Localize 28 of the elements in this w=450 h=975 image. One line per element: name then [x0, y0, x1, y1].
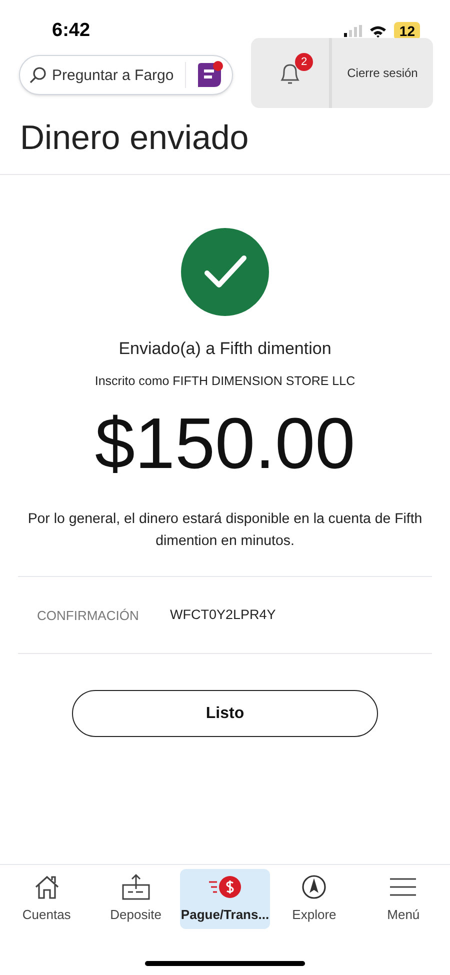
checkmark-icon: [180, 227, 270, 317]
recipient-text: Enviado(a) a Fifth dimention: [118, 338, 332, 360]
house-icon: [32, 874, 61, 900]
page-title: Dinero enviado: [20, 118, 250, 159]
nav-tab[interactable]: Deposite: [91, 869, 180, 929]
nav-tab[interactable]: Cuentas: [2, 869, 92, 929]
search-field[interactable]: Preguntar a Fargo: [19, 55, 233, 95]
notifications-button[interactable]: 2: [251, 38, 329, 108]
confirmation-label: CONFIRMACIÓN: [37, 606, 140, 624]
compass-icon: [300, 873, 328, 902]
menu-icon: [388, 876, 418, 898]
amount: $150.00: [94, 403, 356, 486]
notification-badge: 2: [295, 53, 313, 71]
deposit-icon: [120, 873, 151, 902]
nav-tab[interactable]: Explore: [270, 869, 359, 929]
confirmation-code: WFCT0Y2LPR4Y: [170, 606, 276, 624]
dollar-icon: [207, 874, 243, 900]
search-icon: [29, 66, 47, 84]
availability-note: Por lo general, el dinero estará disponible en la cuenta de Fifth dimention en minutos.: [26, 510, 424, 552]
done-button[interactable]: Listo: [72, 690, 378, 738]
logout-button[interactable]: Cierre sesión: [329, 38, 433, 108]
assistant-logo-icon[interactable]: [195, 60, 225, 90]
enrolled-name: Inscrito como FIFTH DIMENSION STORE LLC: [94, 372, 356, 390]
signal-icon: [344, 25, 362, 37]
clock-time: 6:42: [52, 18, 90, 43]
nav-tab[interactable]: Menú: [358, 869, 448, 929]
wifi-icon: [369, 24, 388, 38]
nav-tab[interactable]: Pague/Trans...: [180, 869, 270, 929]
